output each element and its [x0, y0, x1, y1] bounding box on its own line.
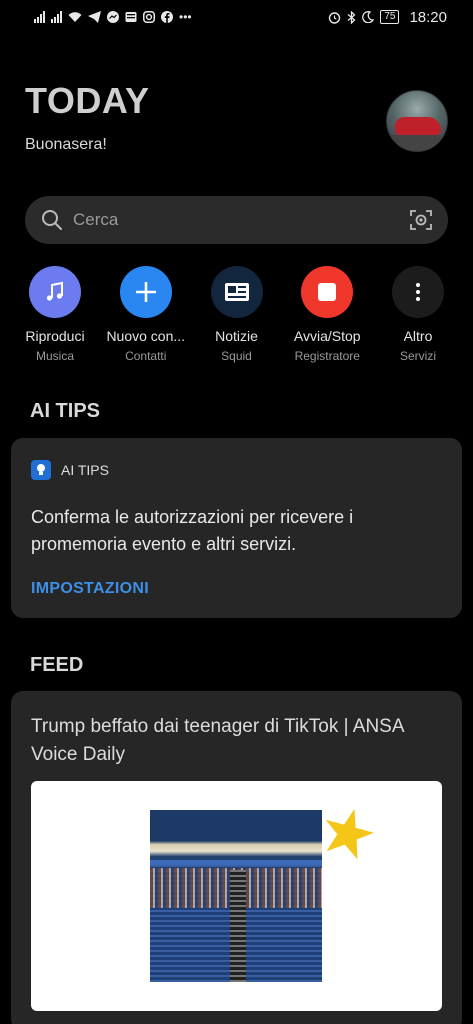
shortcut-news[interactable]: Notizie Squid — [192, 266, 282, 363]
ai-tips-card-header: AI TIPS — [31, 460, 442, 480]
shortcut-play-music[interactable]: Riproduci Musica — [10, 266, 100, 363]
shortcut-recorder[interactable]: Avvia/Stop Registratore — [282, 266, 372, 363]
moon-icon — [362, 11, 375, 23]
battery-icon: 75 — [380, 10, 400, 24]
wifi-icon — [68, 12, 82, 22]
search-input[interactable]: Cerca — [73, 210, 410, 230]
shortcut-sublabel: Contatti — [125, 349, 167, 363]
search-bar[interactable]: Cerca — [25, 196, 448, 244]
feed-item-title[interactable]: Trump beffato dai teenager di TikTok | A… — [31, 713, 442, 769]
shortcut-sublabel: Musica — [35, 349, 74, 363]
music-note-icon — [46, 281, 63, 301]
shortcut-sublabel: Servizi — [399, 349, 436, 363]
star-icon — [325, 808, 374, 860]
feed-thumbnail[interactable] — [31, 781, 442, 1011]
settings-link[interactable]: IMPOSTAZIONI — [31, 580, 442, 598]
lightbulb-icon — [31, 460, 51, 480]
today-header: TODAY Buonasera! — [25, 80, 448, 160]
signal-icon — [51, 11, 62, 23]
shortcut-label: Riproduci — [25, 328, 85, 344]
shortcut-more-services[interactable]: Altro Servizi — [373, 266, 463, 363]
avatar[interactable] — [386, 90, 448, 152]
shortcut-icon-circle[interactable] — [392, 266, 444, 318]
shortcut-sublabel: Squid — [221, 349, 252, 363]
shortcut-new-contact[interactable]: Nuovo con... Contatti — [101, 266, 191, 363]
shortcut-icon-circle[interactable] — [301, 266, 354, 318]
scan-icon[interactable] — [410, 209, 432, 231]
shortcut-label: Notizie — [215, 328, 258, 344]
messenger-icon — [107, 11, 119, 23]
ai-tips-message: Conferma le autorizzazioni per ricevere … — [31, 507, 354, 554]
ai-tips-card-name: AI TIPS — [61, 462, 109, 478]
status-bar: ••• 75 18:20 — [0, 0, 473, 34]
stop-icon — [318, 283, 337, 301]
arena-image — [150, 810, 322, 982]
shortcut-sublabel: Registratore — [294, 349, 360, 363]
feed-card[interactable]: Trump beffato dai teenager di TikTok | A… — [11, 691, 462, 1024]
facebook-icon — [161, 11, 173, 23]
more-dots-icon: ••• — [179, 10, 192, 24]
shortcut-icon-circle[interactable] — [119, 266, 172, 318]
news-icon — [125, 12, 137, 22]
page-title: TODAY — [25, 80, 150, 121]
instagram-icon — [143, 11, 155, 23]
shortcut-icon-circle[interactable] — [210, 266, 263, 318]
clock: 18:20 — [409, 8, 447, 26]
search-icon — [42, 210, 62, 230]
plus-icon — [135, 282, 156, 302]
telegram-icon — [88, 11, 101, 23]
shortcut-icon-circle[interactable] — [29, 266, 81, 318]
alarm-icon — [329, 11, 341, 24]
signal-icon — [34, 11, 45, 23]
ai-tips-card[interactable]: AI TIPS Conferma le autorizzazioni per r… — [11, 438, 462, 618]
ai-tips-section-title: AI TIPS — [30, 400, 101, 422]
shortcuts-row: Riproduci Musica Nuovo con... Contatti N… — [10, 266, 463, 363]
more-vertical-icon — [416, 283, 420, 301]
shortcut-label: Avvia/Stop — [293, 328, 361, 344]
newspaper-icon — [224, 283, 249, 301]
bluetooth-icon — [347, 10, 356, 24]
shortcut-label: Altro — [403, 328, 433, 344]
greeting-text: Buonasera! — [25, 136, 107, 153]
feed-section-title: FEED — [30, 654, 84, 676]
shortcut-label: Nuovo con... — [106, 328, 186, 344]
